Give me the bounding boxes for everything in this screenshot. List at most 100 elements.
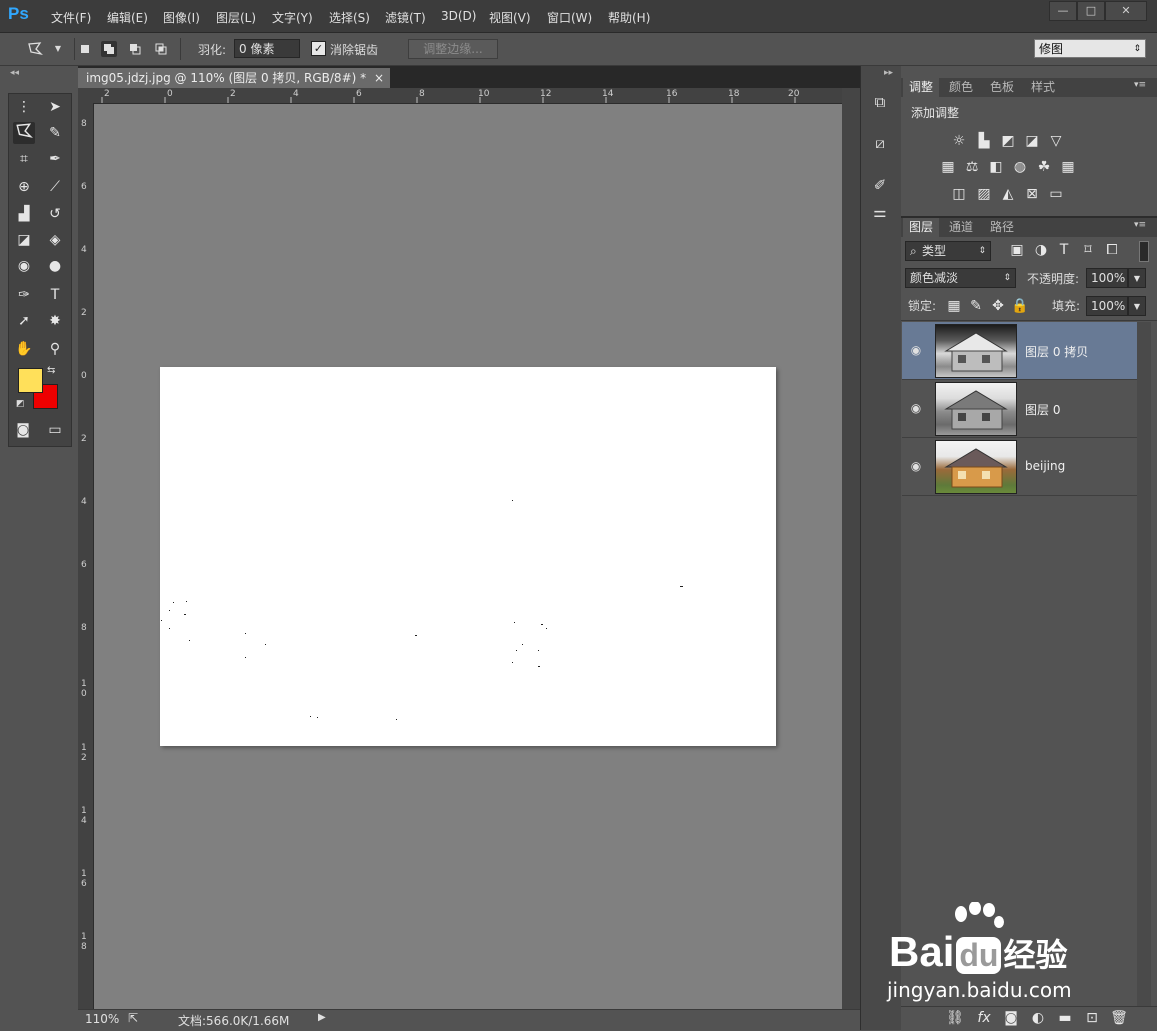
curves-icon[interactable]: ◩	[999, 132, 1017, 150]
menu-3d[interactable]: 3D(D)	[441, 9, 476, 23]
eyedropper-icon[interactable]: ✒	[44, 148, 66, 170]
selective-color-icon[interactable]: ⊠	[1023, 185, 1041, 203]
type-tool-icon[interactable]: T	[44, 284, 66, 306]
new-group-icon[interactable]: ▬	[1056, 1009, 1074, 1027]
collapse-left-icon[interactable]: ◂◂	[10, 68, 19, 78]
layer-name[interactable]: 图层 0	[1025, 401, 1060, 418]
feather-input[interactable]: 0 像素	[234, 39, 300, 58]
play-icon[interactable]: ▶	[318, 1012, 326, 1023]
polygonal-lasso-tool-icon[interactable]	[13, 122, 35, 144]
menu-select[interactable]: 选择(S)	[329, 9, 370, 26]
menu-layer[interactable]: 图层(L)	[216, 9, 256, 26]
chevron-down-icon[interactable]: ▼	[1128, 296, 1146, 316]
posterize-icon[interactable]: ▨	[975, 185, 993, 203]
visibility-eye-icon[interactable]: ◉	[908, 458, 924, 474]
properties-panel-icon[interactable]: ⧄	[868, 132, 892, 154]
new-layer-icon[interactable]: ⊡	[1083, 1009, 1101, 1027]
color-balance-icon[interactable]: ⚖	[963, 158, 981, 176]
menu-view[interactable]: 视图(V)	[489, 9, 531, 26]
filter-pixel-icon[interactable]: ▣	[1008, 241, 1026, 259]
pen-tool-icon[interactable]: ✑	[13, 284, 35, 306]
export-icon[interactable]: ⇱	[128, 1011, 138, 1025]
lock-all-icon[interactable]: 🔒	[1011, 297, 1029, 315]
crop-tool-icon[interactable]: ⌗	[13, 148, 35, 170]
gradient-map-icon[interactable]: ▭	[1047, 185, 1065, 203]
filter-shape-icon[interactable]: ⌑	[1079, 241, 1097, 259]
subtract-selection-icon[interactable]	[127, 41, 143, 57]
opacity-input[interactable]: 100%	[1086, 268, 1128, 288]
rectangular-marquee-icon[interactable]: ⋮	[13, 96, 35, 118]
layer-row-copy[interactable]: ◉ 图层 0 拷贝	[902, 322, 1137, 380]
tab-paths[interactable]: 路径	[984, 218, 1020, 237]
new-selection-icon[interactable]	[77, 41, 93, 57]
image-canvas[interactable]	[160, 367, 776, 746]
layers-scrollbar[interactable]	[1137, 322, 1151, 1006]
layer-filter-select[interactable]: ⌕ 类型 ⇕	[905, 241, 991, 261]
visibility-eye-icon[interactable]: ◉	[908, 342, 924, 358]
spot-healing-icon[interactable]: ⊕	[13, 176, 35, 198]
maximize-button[interactable]: □	[1077, 1, 1105, 21]
paint-bucket-icon[interactable]: ◈	[44, 229, 66, 251]
refine-edge-button[interactable]: 调整边缘...	[408, 39, 498, 59]
blur-tool-icon[interactable]: ◉	[13, 255, 35, 277]
blend-mode-select[interactable]: 颜色减淡 ⇕	[905, 268, 1016, 288]
tab-styles[interactable]: 样式	[1025, 78, 1061, 97]
black-white-icon[interactable]: ◧	[987, 158, 1005, 176]
filter-smart-object-icon[interactable]: ⧠	[1103, 241, 1121, 259]
fill-input[interactable]: 100%	[1086, 296, 1128, 316]
lock-position-icon[interactable]: ✥	[989, 297, 1007, 315]
minimize-button[interactable]: —	[1049, 1, 1077, 21]
move-tool-icon[interactable]: ➤	[44, 96, 66, 118]
brightness-icon[interactable]: ☼	[950, 132, 968, 150]
add-mask-icon[interactable]: ◙	[1002, 1009, 1020, 1027]
tool-preset-dropdown-icon[interactable]: ▼	[50, 41, 66, 57]
tab-adjustments[interactable]: 调整	[903, 78, 940, 97]
zoom-level[interactable]: 110%	[85, 1012, 119, 1026]
menu-window[interactable]: 窗口(W)	[547, 9, 592, 26]
chevron-down-icon[interactable]: ▼	[1128, 268, 1146, 288]
layer-row-base[interactable]: ◉ 图层 0	[902, 380, 1137, 438]
brush-tool-icon[interactable]: ⟋	[44, 176, 66, 198]
zoom-tool-icon[interactable]: ⚲	[44, 338, 66, 360]
brush-panel-icon[interactable]: ✐	[868, 174, 892, 196]
channel-mixer-icon[interactable]: ☘	[1035, 158, 1053, 176]
tab-color[interactable]: 颜色	[943, 78, 979, 97]
eraser-icon[interactable]: ◪	[13, 229, 35, 251]
vertical-scrollbar[interactable]	[842, 88, 860, 1009]
lock-transparency-icon[interactable]: ▦	[945, 297, 963, 315]
close-icon[interactable]: ×	[374, 68, 384, 88]
history-panel-icon[interactable]: ⧉	[868, 91, 892, 113]
history-brush-icon[interactable]: ↺	[44, 203, 66, 225]
filter-type-icon[interactable]: T	[1055, 241, 1073, 259]
invert-icon[interactable]: ◫	[950, 185, 968, 203]
panel-menu-icon[interactable]: ▾≡	[1134, 220, 1146, 230]
quick-mask-icon[interactable]: ◙	[12, 419, 34, 441]
brush-presets-icon[interactable]: ⚌	[868, 201, 892, 223]
threshold-icon[interactable]: ◭	[999, 185, 1017, 203]
menu-image[interactable]: 图像(I)	[163, 9, 200, 26]
menu-type[interactable]: 文字(Y)	[272, 9, 313, 26]
color-lookup-icon[interactable]: ▦	[1059, 158, 1077, 176]
custom-shape-icon[interactable]: ✸	[44, 310, 66, 332]
path-selection-icon[interactable]: ➚	[13, 310, 35, 332]
default-colors-icon[interactable]: ◩	[16, 399, 25, 409]
layer-row-beijing[interactable]: ◉ beijing	[902, 438, 1137, 496]
layer-name[interactable]: beijing	[1025, 459, 1065, 473]
filter-toggle[interactable]	[1139, 241, 1149, 262]
link-layers-icon[interactable]: ⛓	[946, 1009, 964, 1027]
visibility-eye-icon[interactable]: ◉	[908, 400, 924, 416]
menu-filter[interactable]: 滤镜(T)	[385, 9, 426, 26]
photo-filter-icon[interactable]: ◍	[1011, 158, 1029, 176]
add-to-selection-icon[interactable]	[101, 41, 117, 57]
hand-tool-icon[interactable]: ✋	[13, 338, 35, 360]
hue-saturation-icon[interactable]: ▦	[939, 158, 957, 176]
tab-layers[interactable]: 图层	[903, 218, 940, 237]
menu-edit[interactable]: 编辑(E)	[107, 9, 148, 26]
quick-selection-icon[interactable]: ✎	[44, 122, 66, 144]
menu-help[interactable]: 帮助(H)	[608, 9, 650, 26]
tab-channels[interactable]: 通道	[943, 218, 979, 237]
clone-stamp-icon[interactable]: ▟	[13, 203, 35, 225]
polygonal-lasso-icon[interactable]	[27, 41, 43, 57]
levels-icon[interactable]: ▙	[975, 132, 993, 150]
exposure-icon[interactable]: ◪	[1023, 132, 1041, 150]
